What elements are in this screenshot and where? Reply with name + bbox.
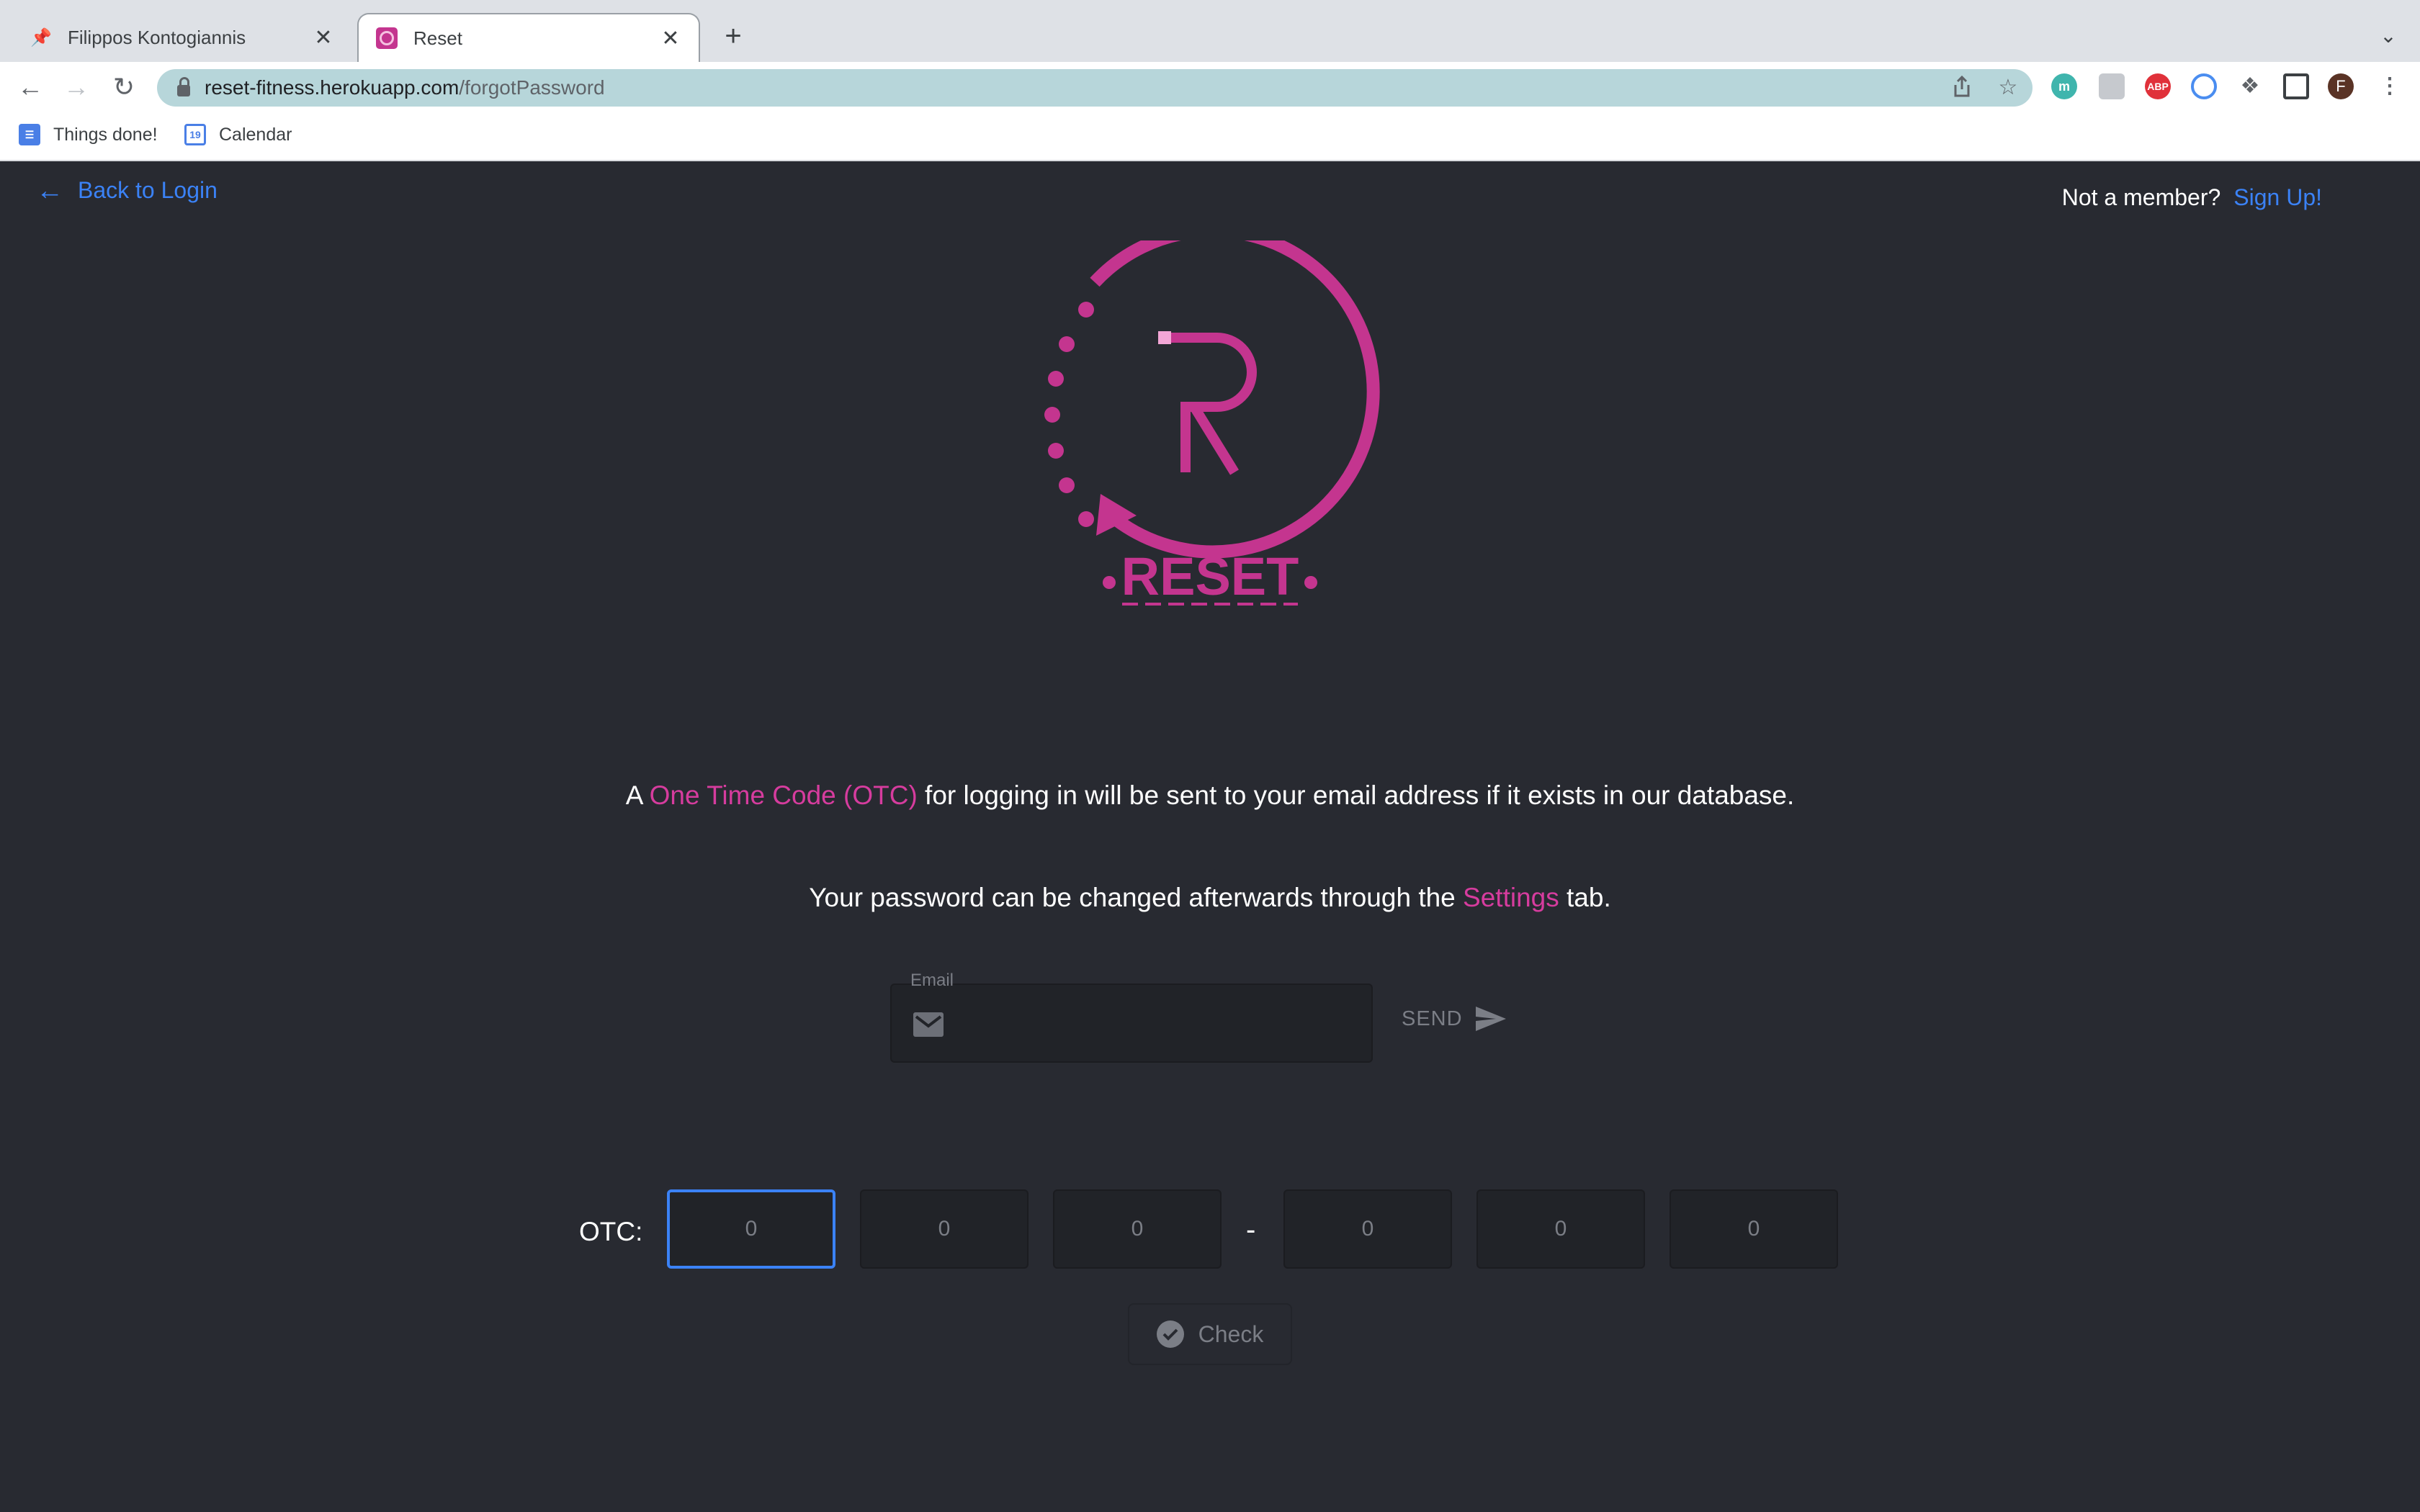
tab-search-chevron-icon[interactable]: ⌄	[2374, 22, 2403, 50]
browser-tabstrip: 📌 Filippos Kontogiannis ✕ Reset ✕ + ⌄	[0, 0, 2420, 62]
email-input[interactable]	[964, 999, 1355, 1051]
close-tab-icon[interactable]: ✕	[660, 26, 681, 51]
docs-icon: ☰	[19, 124, 40, 145]
settings-info-text: Your password can be changed afterwards …	[0, 883, 2420, 913]
bookmark-label: Things done!	[53, 124, 158, 145]
address-bar[interactable]: reset-fitness.herokuapp.com/forgotPasswo…	[157, 69, 2033, 107]
back-to-login-link[interactable]: ← Back to Login	[36, 177, 218, 204]
tab-title: Reset	[413, 27, 462, 49]
new-tab-button[interactable]: +	[717, 22, 749, 53]
otc-highlight: One Time Code (OTC)	[649, 780, 918, 810]
check-label: Check	[1198, 1320, 1264, 1347]
sidebar-reading-icon[interactable]	[2283, 73, 2309, 99]
check-button[interactable]: Check	[1128, 1303, 1292, 1365]
otc-digit-3[interactable]: 0	[1053, 1189, 1222, 1269]
back-to-login-label: Back to Login	[78, 177, 218, 203]
send-icon	[1475, 1007, 1506, 1031]
bookmark-things-done[interactable]: ☰ Things done!	[19, 124, 158, 145]
back-arrow-icon[interactable]: ←	[14, 72, 46, 104]
otc-label: OTC:	[579, 1217, 643, 1246]
translate-extension-icon[interactable]	[2099, 73, 2125, 99]
adblock-plus-icon[interactable]: ABP	[2145, 73, 2171, 99]
bookmark-calendar[interactable]: 19 Calendar	[184, 124, 292, 145]
check-circle-icon	[1156, 1320, 1184, 1348]
otc-digit-1[interactable]: 0	[667, 1189, 835, 1269]
pin-favicon-icon: 📌	[30, 27, 52, 48]
send-label: SEND	[1402, 1007, 1463, 1030]
forward-arrow-icon[interactable]: →	[60, 72, 92, 104]
email-label: Email	[910, 971, 954, 990]
otc-info-text: A One Time Code (OTC) for logging in wil…	[0, 780, 2420, 811]
puzzle-extensions-icon[interactable]: ❖	[2237, 73, 2263, 99]
send-button[interactable]: SEND	[1402, 1007, 1506, 1031]
tab-title: Filippos Kontogiannis	[68, 26, 246, 48]
reset-logo: RESET	[1044, 240, 1380, 606]
info-text: A	[625, 780, 650, 810]
back-arrow-icon: ←	[36, 175, 63, 206]
info-text: for logging in will be sent to your emai…	[917, 780, 1795, 810]
settings-highlight: Settings	[1463, 883, 1559, 912]
browser-menu-icon[interactable]: ⋮	[2377, 73, 2403, 99]
otc-digit-5[interactable]: 0	[1476, 1189, 1645, 1269]
lock-icon	[177, 77, 190, 96]
reset-favicon-icon	[376, 27, 398, 49]
otc-digit-4[interactable]: 0	[1283, 1189, 1452, 1269]
otc-digit-6[interactable]: 0	[1670, 1189, 1838, 1269]
close-tab-icon[interactable]: ✕	[313, 25, 334, 50]
bookmark-label: Calendar	[219, 124, 292, 145]
clock-extension-icon[interactable]	[2191, 73, 2217, 99]
reload-icon[interactable]: ↻	[108, 72, 140, 104]
mail-icon	[913, 1012, 944, 1037]
info-text: Your password can be changed afterwards …	[809, 883, 1464, 912]
url-host: reset-fitness.herokuapp.com	[205, 76, 460, 99]
otc-digit-2[interactable]: 0	[860, 1189, 1028, 1269]
otc-separator: -	[1246, 1214, 1256, 1246]
forgot-password-page: ← Back to Login Not a member? Sign Up! RE…	[0, 161, 2420, 1512]
profile-avatar[interactable]: F	[2328, 73, 2354, 99]
bookmarks-bar: ☰ Things done! 19 Calendar	[0, 112, 2420, 161]
info-text: tab.	[1559, 883, 1611, 912]
sign-up-link[interactable]: Sign Up!	[2233, 184, 2322, 210]
calendar-icon: 19	[184, 124, 206, 145]
email-field[interactable]	[890, 984, 1373, 1063]
reset-brand-text: RESET	[1121, 546, 1299, 606]
url-path: /forgotPassword	[459, 76, 605, 99]
bookmark-star-icon[interactable]: ☆	[1995, 75, 2021, 101]
m-extension-icon[interactable]: m	[2051, 73, 2077, 99]
tab-reset[interactable]: Reset ✕	[357, 13, 700, 62]
member-question: Not a member?	[2061, 184, 2221, 210]
signup-prompt: Not a member? Sign Up!	[2062, 184, 2322, 211]
tab-filippos[interactable]: 📌 Filippos Kontogiannis ✕	[13, 13, 351, 62]
share-icon[interactable]	[1949, 75, 1975, 101]
